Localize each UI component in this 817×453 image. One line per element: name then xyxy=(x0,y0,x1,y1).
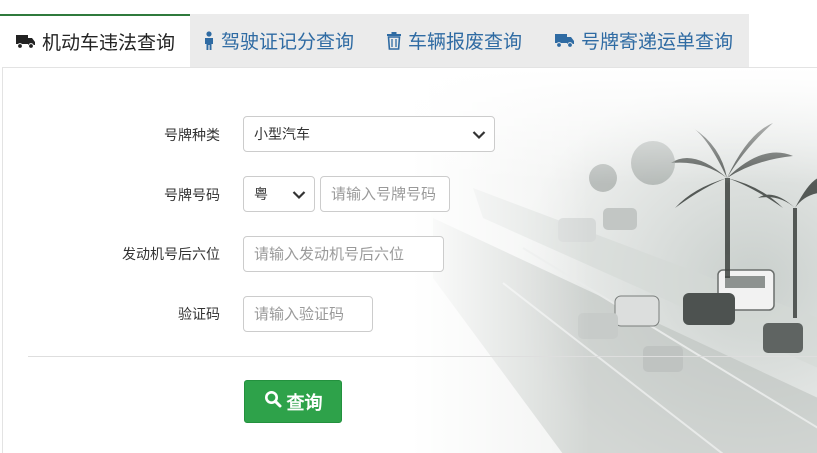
truck-icon xyxy=(555,33,575,48)
plate-type-value: 小型汽车 xyxy=(254,127,310,143)
tab-label: 驾驶证记分查询 xyxy=(221,31,355,53)
plate-type-label: 号牌种类 xyxy=(164,128,220,144)
chevron-down-icon xyxy=(292,188,306,204)
tab-label: 机动车违法查询 xyxy=(42,32,176,54)
query-form-panel: 号牌种类 小型汽车 号牌号码 粤 发动机号后六位 验证码 xyxy=(2,67,817,453)
province-select[interactable]: 粤 xyxy=(243,176,315,212)
person-icon xyxy=(203,30,215,51)
tab-vehicle-violation[interactable]: 机动车违法查询 xyxy=(0,14,190,67)
query-button[interactable]: 查询 xyxy=(244,380,342,423)
tab-license-points[interactable]: 驾驶证记分查询 xyxy=(203,14,354,67)
engine-number-input[interactable] xyxy=(243,236,444,272)
tab-label: 车辆报废查询 xyxy=(408,31,523,53)
plate-number-input[interactable] xyxy=(320,176,450,212)
plate-number-label: 号牌号码 xyxy=(164,188,220,204)
truck-icon xyxy=(16,34,36,49)
plate-type-select[interactable]: 小型汽车 xyxy=(243,116,495,152)
tab-vehicle-scrap[interactable]: 车辆报废查询 xyxy=(386,14,522,67)
tab-label: 号牌寄递运单查询 xyxy=(581,31,734,53)
captcha-label: 验证码 xyxy=(178,307,220,323)
tab-plate-delivery[interactable]: 号牌寄递运单查询 xyxy=(555,14,733,67)
form-divider xyxy=(28,356,817,357)
engine-label: 发动机号后六位 xyxy=(122,247,220,263)
trash-icon xyxy=(386,31,402,50)
query-button-label: 查询 xyxy=(286,392,323,414)
captcha-input[interactable] xyxy=(243,296,373,332)
query-page: 机动车违法查询 驾驶证记分查询 车辆报废查询 号牌寄递运单查询 号牌种类 小型汽… xyxy=(0,0,817,453)
chevron-down-icon xyxy=(472,128,486,144)
search-icon xyxy=(264,390,282,413)
province-value: 粤 xyxy=(254,187,268,203)
